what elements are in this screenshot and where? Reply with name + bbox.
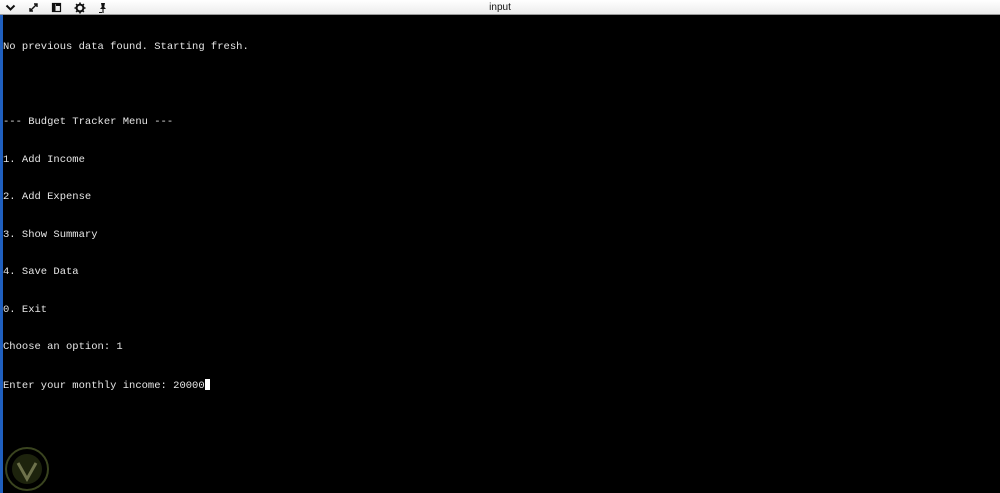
console-line: 2. Add Expense — [3, 191, 92, 203]
console-line: 3. Show Summary — [3, 228, 98, 241]
console-window: input No previous data found. Starting f… — [0, 0, 1000, 493]
pin-icon[interactable] — [96, 1, 109, 14]
console-line: 4. Save Data — [3, 266, 79, 278]
text-cursor — [204, 378, 210, 390]
console-line: No previous data found. Starting fresh. — [3, 41, 249, 53]
console-line: 0. Exit — [3, 303, 48, 316]
title-bar-toolbar — [4, 1, 119, 14]
console-line: Choose an option: 1 — [3, 341, 123, 353]
console-line: 1. Add Income — [3, 153, 85, 166]
resize-icon[interactable] — [27, 1, 40, 14]
title-bar[interactable]: input — [0, 0, 1000, 15]
chevron-down-icon[interactable] — [4, 1, 17, 14]
income-input[interactable]: 20000 — [173, 380, 205, 392]
window-icon[interactable] — [50, 1, 63, 14]
console-output[interactable]: No previous data found. Starting fresh. … — [3, 15, 998, 493]
income-prompt: Enter your monthly income: — [3, 379, 174, 392]
gear-icon[interactable] — [73, 1, 86, 14]
console-line: --- Budget Tracker Menu --- — [3, 116, 174, 128]
window-title: input — [489, 2, 511, 13]
console-input-line[interactable]: Enter your monthly income: 20000 — [3, 378, 998, 392]
watermark-logo — [5, 447, 49, 491]
